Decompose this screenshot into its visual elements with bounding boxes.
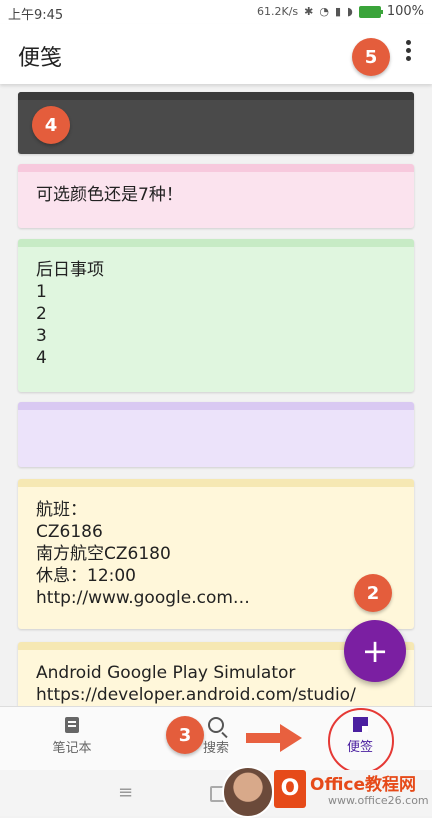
note-text [18,410,414,434]
status-bar: 上午9:45 61.2K/s ✱ ◔ ▮ ◗ 100% [0,0,432,24]
note-topbar [18,92,414,100]
arrow-right-icon [246,724,302,752]
page-title: 便笺 [18,46,63,71]
alarm-icon: ◔ [319,5,329,18]
office-logo-icon: O [274,770,306,808]
nav-notebook[interactable]: 笔记本 [22,717,122,756]
note-card[interactable]: 航班： CZ6186 南方航空CZ6180 休息：12:00 http://ww… [18,479,414,629]
watermark-url: www.office26.com [328,794,429,807]
status-right: 61.2K/s ✱ ◔ ▮ ◗ 100% [257,4,424,19]
note-topbar [18,239,414,247]
note-topbar [18,479,414,487]
more-dot [405,56,411,61]
nav-notebook-label: 笔记本 [52,741,92,756]
highlight-circle [328,708,394,774]
wifi-icon: ◗ [347,5,353,18]
battery-icon [358,5,383,18]
notes-list: 可选颜色还是7种！ 后日事项 1 2 3 4 航班： CZ6186 南方航空CZ… [0,84,432,706]
signal-icon: ▮ [334,5,342,18]
note-card[interactable] [18,92,414,154]
note-text: 可选颜色还是7种！ [36,185,183,205]
note-text: 航班： CZ6186 南方航空CZ6180 休息：12:00 http://ww… [36,500,250,608]
add-note-button[interactable]: + [344,620,406,682]
note-topbar [18,164,414,172]
network-speed: 61.2K/s [256,5,299,18]
note-text [18,100,414,124]
app-bar: 便笺 5 [0,24,432,84]
nav-search-label: 搜索 [202,741,229,756]
more-dots-icon [405,40,411,45]
marker-4: 4 [32,106,70,144]
search-icon [208,717,224,733]
status-time: 上午9:45 [8,8,64,23]
menu-icon[interactable]: ≡ [118,782,133,803]
notebook-icon [65,717,79,733]
watermark-title: Office教程网 [310,775,417,795]
battery-percent: 100% [386,4,424,19]
note-card[interactable]: 后日事项 1 2 3 4 [18,239,414,392]
bluetooth-icon: ✱ [304,5,314,18]
marker-5: 5 [352,38,390,76]
avatar [222,766,274,818]
marker-3: 3 [166,716,204,754]
note-card[interactable]: 可选颜色还是7种！ [18,164,414,228]
marker-2: 2 [354,574,392,612]
overflow-menu-button[interactable] [402,40,414,66]
note-text: 后日事项 1 2 3 4 [36,260,104,368]
more-dot [405,48,411,53]
note-card[interactable] [18,402,414,467]
note-topbar [18,402,414,410]
